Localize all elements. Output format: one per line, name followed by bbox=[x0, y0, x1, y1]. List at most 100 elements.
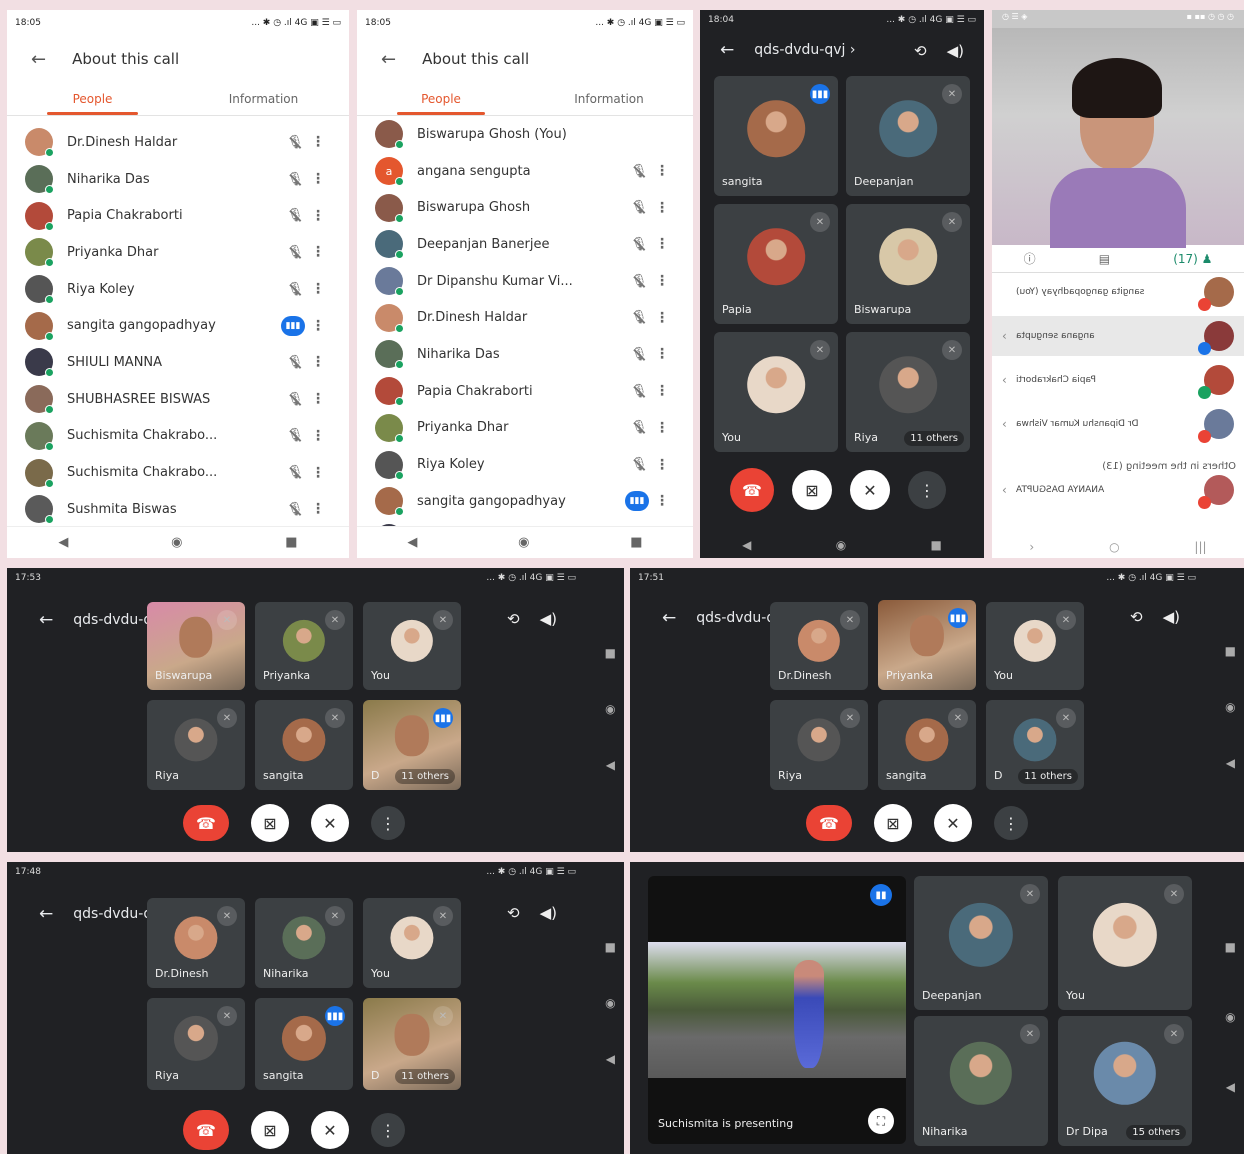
more-vert-icon[interactable]: ⋮ bbox=[649, 236, 675, 252]
more-options-button[interactable]: ⋮ bbox=[371, 806, 405, 840]
participant-row[interactable]: sangita gangopadhyay ▮▮▮ ⋮ bbox=[357, 483, 693, 520]
others-count[interactable]: 11 others bbox=[1018, 769, 1078, 784]
participant-tile[interactable]: Riya ✕ bbox=[770, 700, 868, 790]
participant-row[interactable]: Deepanjan Banerjee 🎙︎ ⋮ bbox=[357, 226, 693, 263]
back-arrow-icon[interactable]: ← bbox=[39, 904, 53, 924]
back-arrow-icon[interactable]: ← bbox=[31, 49, 46, 70]
more-vert-icon[interactable]: ⋮ bbox=[305, 171, 331, 187]
participant-row[interactable]: Papia Chakraborti 🎙︎ ⋮ bbox=[357, 373, 693, 410]
participant-tile[interactable]: Deepanjan ✕ bbox=[846, 76, 970, 196]
switch-camera-icon[interactable]: ⟲ bbox=[914, 42, 927, 60]
participant-tile[interactable]: You ✕ bbox=[1058, 876, 1192, 1010]
participant-row[interactable]: Priyanka Dhar 🎙︎ ⋮ bbox=[7, 234, 349, 271]
end-call-button[interactable]: ☎ bbox=[183, 805, 229, 841]
nav-recents-icon[interactable]: ■ bbox=[605, 646, 616, 660]
more-vert-icon[interactable]: ⋮ bbox=[649, 383, 675, 399]
participant-row[interactable]: SHIULI MANNA 🎙︎⋮ bbox=[7, 344, 349, 381]
back-arrow-icon[interactable]: ← bbox=[381, 49, 396, 70]
mic-off-button[interactable]: ✕ bbox=[311, 1111, 349, 1149]
back-arrow-icon[interactable]: ← bbox=[662, 608, 676, 628]
mic-off-button[interactable]: ✕ bbox=[934, 804, 972, 842]
more-vert-icon[interactable]: ⋮ bbox=[305, 465, 331, 481]
people-tab-icon[interactable]: (17) ♟ bbox=[1173, 252, 1212, 266]
nav-back-icon[interactable]: ◀ bbox=[606, 758, 615, 772]
participant-tile[interactable]: Papia ✕ bbox=[714, 204, 838, 324]
tab-information[interactable]: Information bbox=[178, 82, 349, 115]
participant-tile[interactable]: Dr Dipa ✕ 15 others bbox=[1058, 1016, 1192, 1146]
end-call-button[interactable]: ☎ bbox=[806, 805, 852, 841]
back-arrow-icon[interactable]: ← bbox=[39, 610, 53, 630]
more-vert-icon[interactable]: ⋮ bbox=[649, 346, 675, 362]
chat-icon[interactable]: ▤ bbox=[1099, 252, 1110, 266]
nav-home-icon[interactable]: ◉ bbox=[605, 996, 615, 1010]
participant-row[interactable]: sangita gangopadhyay (You) bbox=[992, 272, 1244, 312]
more-vert-icon[interactable]: ⋮ bbox=[649, 310, 675, 326]
fullscreen-icon[interactable]: ⛶ bbox=[868, 1108, 894, 1134]
tab-people[interactable]: People bbox=[7, 82, 178, 115]
participant-tile[interactable]: Dr.Dinesh ✕ bbox=[770, 602, 868, 690]
nav-back-icon[interactable]: ◀ bbox=[742, 538, 751, 552]
nav-back-icon[interactable]: ◀ bbox=[1226, 1080, 1235, 1094]
more-vert-icon[interactable]: ⋮ bbox=[305, 208, 331, 224]
nav-recents-icon[interactable]: ■ bbox=[285, 535, 297, 550]
camera-off-button[interactable]: ⊠ bbox=[792, 470, 832, 510]
back-arrow-icon[interactable]: ← bbox=[720, 40, 734, 60]
nav-back-icon[interactable]: ◀ bbox=[407, 535, 417, 550]
speaker-icon[interactable]: ◀) bbox=[540, 610, 557, 628]
more-vert-icon[interactable]: ⋮ bbox=[649, 200, 675, 216]
chevron-icon[interactable]: ‹ bbox=[1002, 329, 1016, 343]
nav-home-icon[interactable]: ○ bbox=[1109, 540, 1119, 554]
nav-back-icon[interactable]: › bbox=[1029, 540, 1034, 554]
nav-back-icon[interactable]: ◀ bbox=[1226, 756, 1235, 770]
more-vert-icon[interactable]: ⋮ bbox=[305, 281, 331, 297]
participant-tile[interactable]: Niharika ✕ bbox=[914, 1016, 1048, 1146]
more-vert-icon[interactable]: ⋮ bbox=[305, 244, 331, 260]
switch-camera-icon[interactable]: ⟲ bbox=[1130, 608, 1143, 626]
nav-home-icon[interactable]: ◉ bbox=[171, 535, 182, 550]
more-vert-icon[interactable]: ⋮ bbox=[305, 428, 331, 444]
participant-tile[interactable]: sangita ✕ bbox=[878, 700, 976, 790]
participant-row[interactable]: Niharika Das 🎙︎ ⋮ bbox=[357, 336, 693, 373]
participant-row[interactable]: Riya Koley 🎙︎ ⋮ bbox=[7, 271, 349, 308]
participant-tile[interactable]: Priyanka ✕ bbox=[255, 602, 353, 690]
chevron-icon[interactable]: ‹ bbox=[1002, 417, 1016, 431]
participant-row[interactable]: Dr.Dinesh Haldar 🎙︎ ⋮ bbox=[357, 299, 693, 336]
participant-row[interactable]: ‹ Dr Dipanshu Kumar Vishwa bbox=[992, 404, 1244, 444]
participant-row[interactable]: Sushmita Biswas 🎙︎ ⋮ bbox=[7, 491, 349, 528]
others-count[interactable]: 11 others bbox=[395, 769, 455, 784]
more-options-button[interactable]: ⋮ bbox=[994, 806, 1028, 840]
nav-recents-icon[interactable]: ■ bbox=[931, 538, 942, 552]
more-vert-icon[interactable]: ⋮ bbox=[649, 420, 675, 436]
participant-tile[interactable]: Priyanka ▮▮▮ bbox=[878, 600, 976, 690]
nav-home-icon[interactable]: ◉ bbox=[1225, 700, 1235, 714]
mic-off-button[interactable]: ✕ bbox=[850, 470, 890, 510]
participant-tile[interactable]: sangita ▮▮▮ bbox=[714, 76, 838, 196]
nav-home-icon[interactable]: ◉ bbox=[605, 702, 615, 716]
participant-tile[interactable]: Niharika ✕ bbox=[255, 898, 353, 988]
nav-recents-icon[interactable]: ■ bbox=[1225, 644, 1236, 658]
nav-recents-icon[interactable]: ■ bbox=[630, 535, 642, 550]
speaker-icon[interactable]: ◀) bbox=[540, 904, 557, 922]
chevron-icon[interactable]: ‹ bbox=[1002, 483, 1016, 497]
nav-back-icon[interactable]: ◀ bbox=[606, 1052, 615, 1066]
nav-recents-icon[interactable]: ||| bbox=[1194, 540, 1206, 554]
participant-tile[interactable]: Biswarupa ✕ bbox=[846, 204, 970, 324]
more-vert-icon[interactable]: ⋮ bbox=[649, 457, 675, 473]
tab-people[interactable]: People bbox=[357, 82, 525, 115]
participant-tile[interactable]: You ✕ bbox=[714, 332, 838, 452]
more-options-button[interactable]: ⋮ bbox=[908, 471, 946, 509]
participant-row[interactable]: Suchismita Chakrabo... 🎙︎ ⋮ bbox=[7, 418, 349, 455]
more-vert-icon[interactable]: ⋮ bbox=[305, 134, 331, 150]
participant-row[interactable]: Suchismita Chakrabo... 🎙︎ ⋮ bbox=[7, 454, 349, 491]
speaker-icon[interactable]: ◀) bbox=[947, 42, 964, 60]
participant-row[interactable]: Niharika Das 🎙︎ ⋮ bbox=[7, 161, 349, 198]
switch-camera-icon[interactable]: ⟲ bbox=[507, 904, 520, 922]
participant-row[interactable]: sangita gangopadhyay ▮▮▮ ⋮ bbox=[7, 307, 349, 344]
camera-off-button[interactable]: ⊠ bbox=[251, 1111, 289, 1149]
participant-row[interactable]: a angana sengupta 🎙︎ ⋮ bbox=[357, 153, 693, 190]
participant-tile[interactable]: Riya ✕ 11 others bbox=[846, 332, 970, 452]
participant-row[interactable]: ‹ angana sengupta bbox=[992, 316, 1244, 356]
nav-home-icon[interactable]: ◉ bbox=[836, 538, 846, 552]
others-count[interactable]: 15 others bbox=[1126, 1125, 1186, 1140]
participant-row[interactable]: Dr.Dinesh Haldar 🎙︎ ⋮ bbox=[7, 124, 349, 161]
